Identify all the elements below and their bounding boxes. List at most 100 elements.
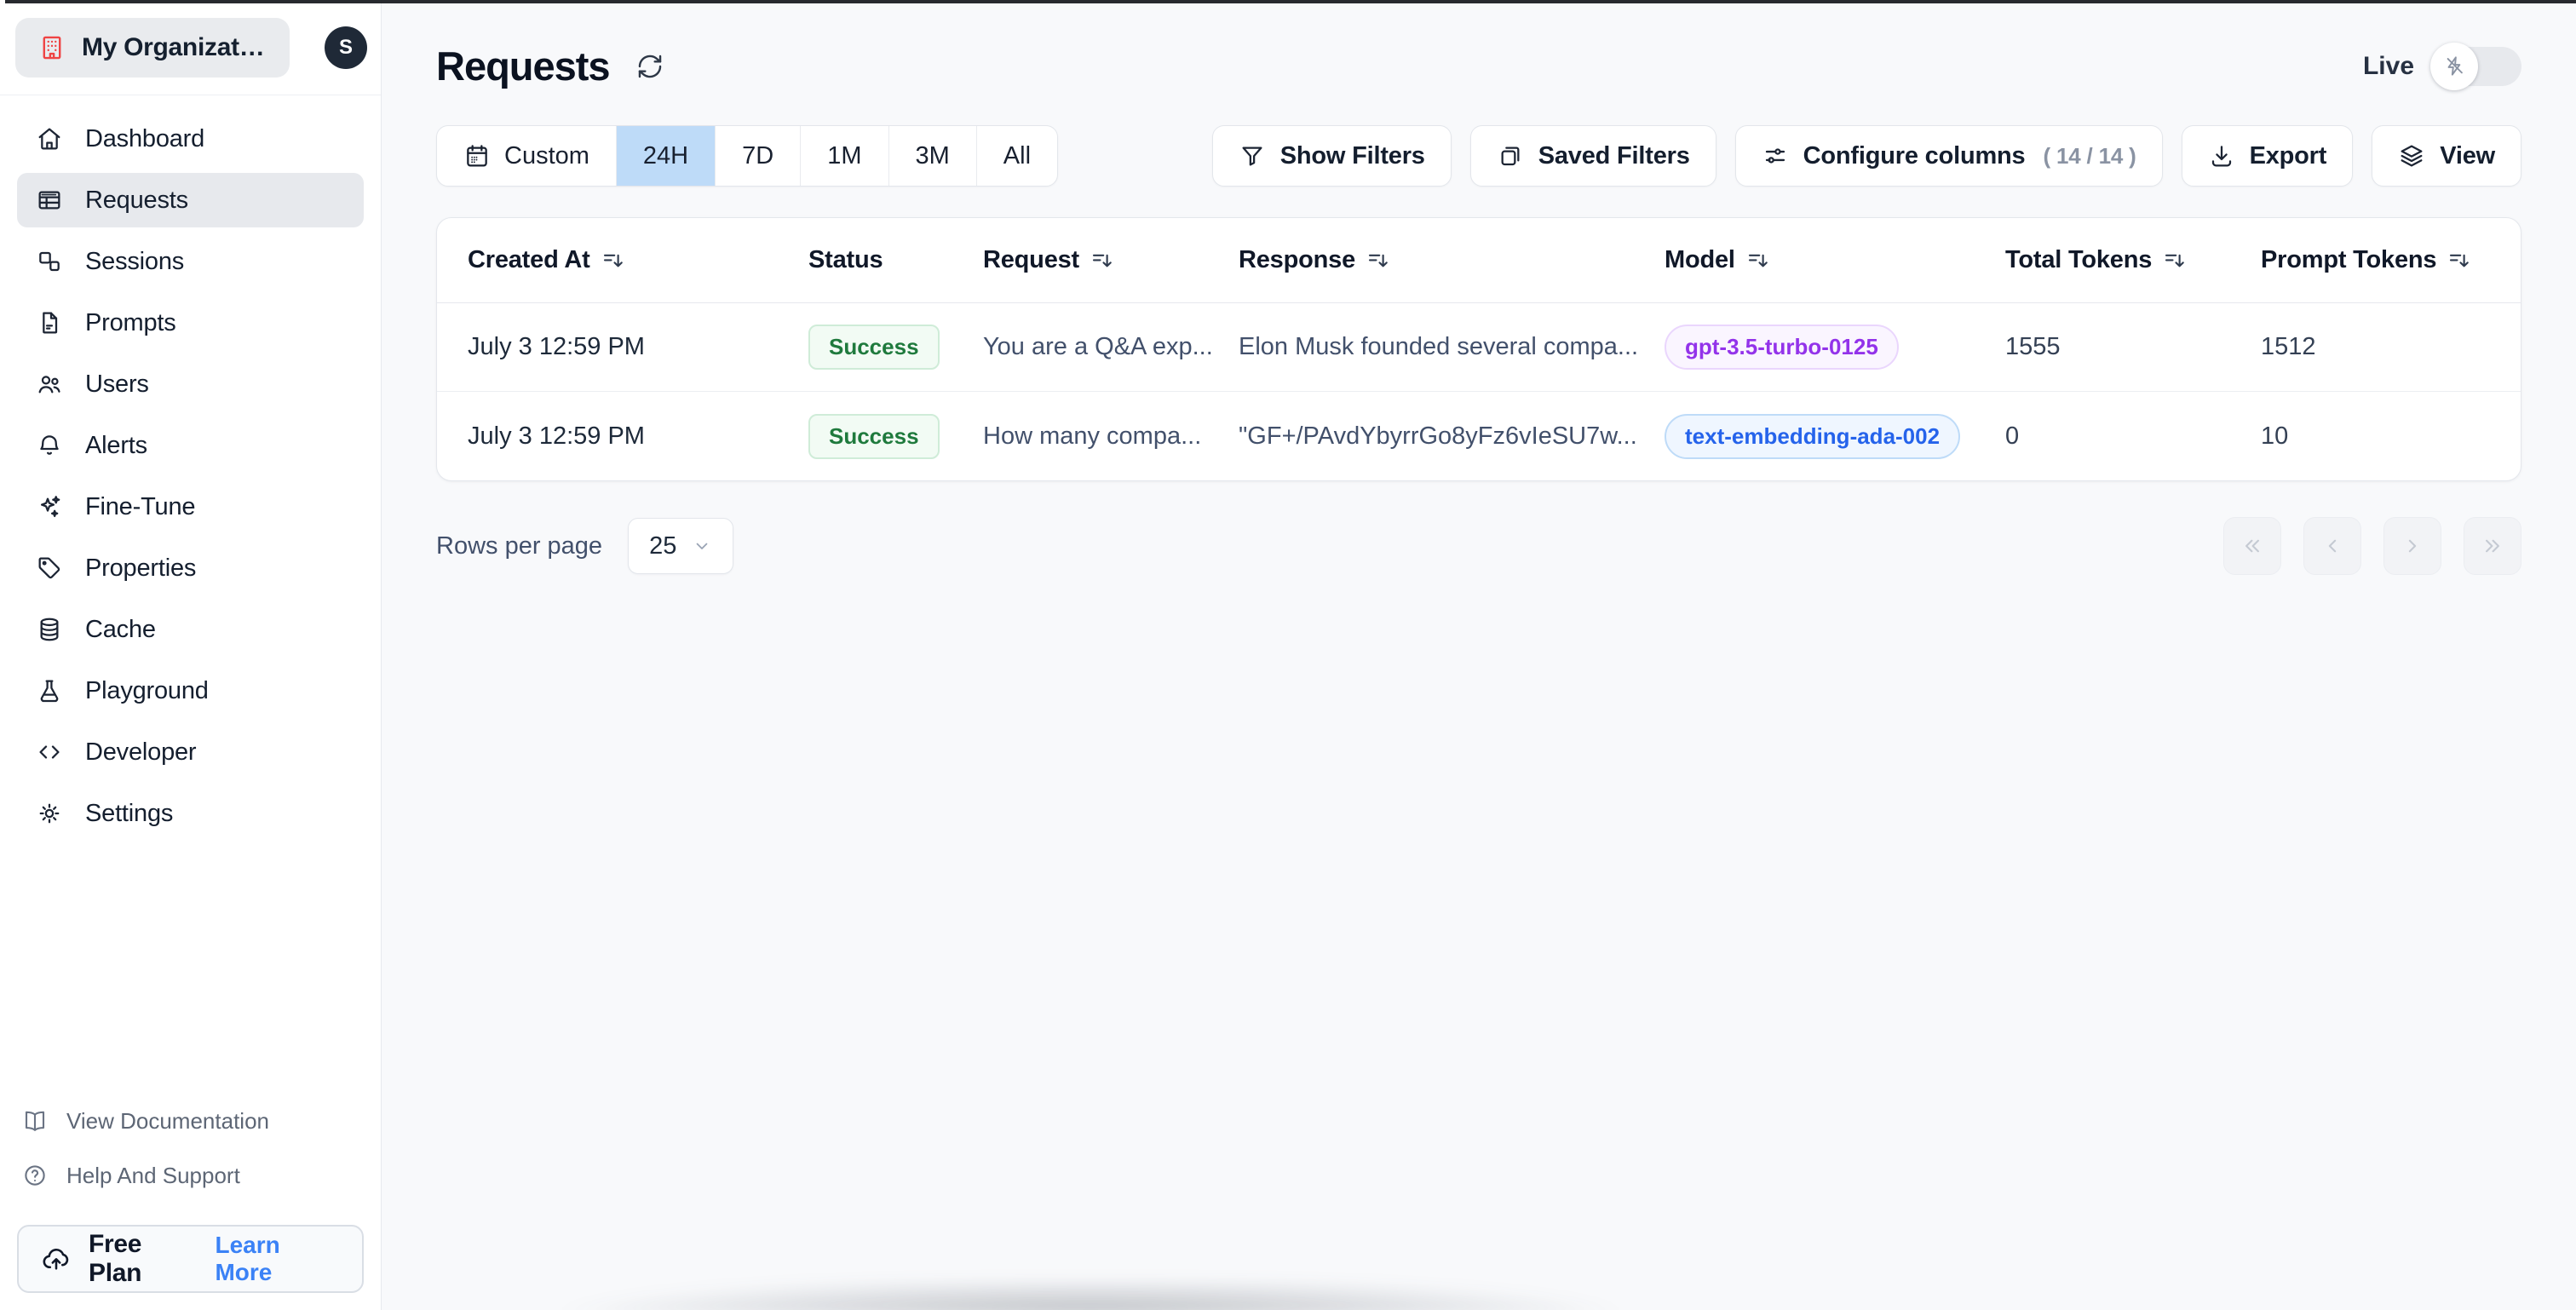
- sort-icon: [1748, 254, 1768, 267]
- cell-request: How many compa...: [983, 422, 1202, 450]
- table-row[interactable]: July 3 12:59 PM Success You are a Q&A ex…: [437, 303, 2521, 392]
- sidebar: My Organizatio... S Dashboard Requests S…: [0, 0, 382, 1310]
- sidebar-item-fine-tune[interactable]: Fine-Tune: [17, 480, 364, 534]
- bolt-slash-icon: [2447, 56, 2463, 76]
- sparkles-icon: [40, 496, 60, 518]
- column-header-prompt-tokens[interactable]: Prompt Tokens: [2261, 246, 2521, 274]
- configure-columns-button[interactable]: Configure columns ( 14 / 14 ): [1734, 125, 2163, 187]
- column-header-created-at[interactable]: Created At: [468, 246, 808, 274]
- chevron-left-icon: [2328, 539, 2337, 553]
- columns-count: ( 14 / 14 ): [2043, 142, 2136, 169]
- table-header-row: Created At Status Request Response Model…: [437, 218, 2521, 303]
- cell-model: text-embedding-ada-002: [1665, 413, 2005, 459]
- time-range-1m[interactable]: 1M: [801, 126, 889, 186]
- saved-filters-button[interactable]: Saved Filters: [1469, 125, 1716, 187]
- table-icon: [38, 191, 60, 210]
- cell-total-tokens: 0: [2005, 422, 2020, 450]
- export-button[interactable]: Export: [2181, 125, 2354, 187]
- code-icon: [39, 745, 60, 759]
- sidebar-item-alerts[interactable]: Alerts: [17, 418, 364, 473]
- time-range-selector: Custom 24H 7D 1M 3M All: [436, 125, 1059, 187]
- sidebar-item-sessions[interactable]: Sessions: [17, 234, 364, 289]
- view-button[interactable]: View: [2372, 125, 2521, 187]
- live-label: Live: [2362, 51, 2414, 80]
- refresh-icon: [638, 55, 661, 78]
- cell-status: Success: [808, 413, 983, 459]
- refresh-button[interactable]: [635, 49, 670, 83]
- sidebar-item-users[interactable]: Users: [17, 357, 364, 411]
- copy-icon: [1501, 147, 1520, 166]
- column-header-request[interactable]: Request: [983, 246, 1239, 274]
- building-icon: [43, 36, 61, 59]
- cell-response: "GF+/PAvdYbyrrGo8yFz6vIeSU7w...: [1239, 422, 1637, 450]
- sort-icon: [603, 254, 623, 267]
- sidebar-item-settings[interactable]: Settings: [17, 786, 364, 841]
- last-page-button[interactable]: [2464, 517, 2521, 575]
- sidebar-item-dashboard[interactable]: Dashboard: [17, 112, 364, 166]
- time-range-24h[interactable]: 24H: [616, 126, 716, 186]
- time-range-custom[interactable]: Custom: [437, 126, 617, 186]
- sidebar-item-developer[interactable]: Developer: [17, 725, 364, 779]
- plan-banner[interactable]: Free Plan Learn More: [17, 1225, 364, 1293]
- bell-icon: [40, 435, 59, 455]
- next-page-button[interactable]: [2383, 517, 2441, 575]
- column-header-total-tokens[interactable]: Total Tokens: [2005, 246, 2261, 274]
- previous-page-button[interactable]: [2303, 517, 2361, 575]
- help-and-support-link[interactable]: Help And Support: [17, 1148, 364, 1203]
- live-toggle[interactable]: [2430, 42, 2521, 90]
- column-header-status[interactable]: Status: [808, 246, 983, 274]
- sidebar-item-playground[interactable]: Playground: [17, 664, 364, 718]
- sidebar-item-prompts[interactable]: Prompts: [17, 296, 364, 350]
- rows-per-page-label: Rows per page: [436, 531, 603, 560]
- calendar-icon: [467, 145, 487, 167]
- show-filters-button[interactable]: Show Filters: [1211, 125, 1452, 187]
- org-name: My Organizatio...: [82, 32, 267, 61]
- funnel-icon: [1242, 147, 1262, 166]
- cell-status: Success: [808, 325, 983, 370]
- chevron-right-icon: [2408, 539, 2417, 553]
- tag-icon: [38, 557, 60, 579]
- sort-icon: [1368, 254, 1388, 267]
- sidebar-item-cache[interactable]: Cache: [17, 602, 364, 657]
- sidebar-nav: Dashboard Requests Sessions Prompts User…: [0, 95, 381, 841]
- avatar[interactable]: S: [325, 26, 367, 69]
- first-page-button[interactable]: [2223, 517, 2281, 575]
- users-icon: [38, 376, 60, 394]
- download-icon: [2211, 146, 2231, 167]
- learn-more-link[interactable]: Learn More: [215, 1232, 340, 1286]
- table-row[interactable]: July 3 12:59 PM Success How many compa..…: [437, 392, 2521, 480]
- toolbar: Custom 24H 7D 1M 3M All Show Filters Sav…: [436, 125, 2521, 187]
- requests-table: Created At Status Request Response Model…: [436, 217, 2521, 481]
- cloud-upload-icon: [43, 1249, 69, 1270]
- cell-prompt-tokens: 1512: [2261, 333, 2316, 360]
- layers-icon: [2401, 145, 2423, 167]
- model-badge: text-embedding-ada-002: [1665, 413, 1961, 459]
- time-range-3m[interactable]: 3M: [889, 126, 977, 186]
- cell-created-at: July 3 12:59 PM: [468, 333, 645, 360]
- time-range-7d[interactable]: 7D: [716, 126, 802, 186]
- status-badge: Success: [808, 325, 940, 370]
- column-header-model[interactable]: Model: [1665, 246, 2005, 274]
- column-header-response[interactable]: Response: [1239, 246, 1665, 274]
- org-switcher-button[interactable]: My Organizatio...: [15, 17, 290, 78]
- pager-controls: [2223, 517, 2521, 575]
- org-header: My Organizatio... S: [0, 0, 381, 95]
- sort-icon: [2165, 254, 2184, 267]
- page-header: Requests Live: [436, 42, 2521, 90]
- live-toggle-knob: [2430, 42, 2478, 90]
- sliders-icon: [1765, 148, 1785, 164]
- sidebar-item-properties[interactable]: Properties: [17, 541, 364, 595]
- view-documentation-link[interactable]: View Documentation: [17, 1094, 364, 1148]
- file-text-icon: [43, 312, 58, 334]
- chevrons-right-icon: [2486, 539, 2499, 553]
- time-range-all[interactable]: All: [977, 126, 1057, 186]
- sidebar-item-requests[interactable]: Requests: [17, 173, 364, 227]
- toolbar-actions: Show Filters Saved Filters Configure col…: [1211, 125, 2521, 187]
- pagination-bar: Rows per page 25: [436, 517, 2521, 575]
- book-open-icon: [25, 1111, 45, 1131]
- sort-icon: [1092, 254, 1112, 267]
- squares-icon: [39, 251, 60, 272]
- rows-per-page-select[interactable]: 25: [628, 518, 734, 574]
- home-icon: [38, 128, 60, 150]
- window-top-edge: [5, 0, 2576, 3]
